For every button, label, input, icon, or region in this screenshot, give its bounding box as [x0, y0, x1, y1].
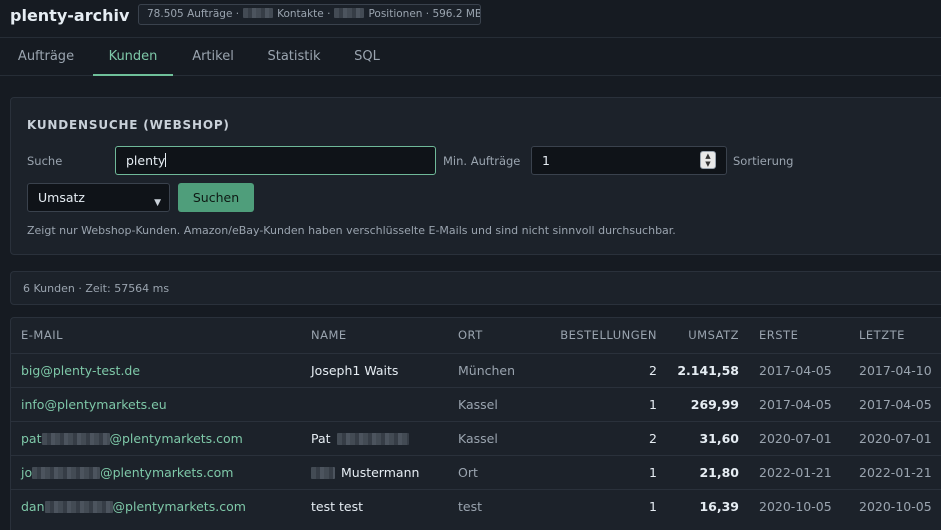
customer-city: Kassel: [458, 397, 498, 412]
redacted-block: [336, 433, 409, 445]
column-header-bestellungen[interactable]: BESTELLUNGEN: [541, 318, 657, 352]
redacted-block: [334, 8, 365, 18]
search-button[interactable]: Suchen: [178, 183, 254, 212]
table-row: pat @plentymarkets.com Pat Kassel 2 31,60…: [11, 421, 941, 455]
last-order-date: 2022-01-21: [859, 465, 932, 480]
customer-city: München: [458, 363, 516, 378]
name-text: Joseph1 Waits: [311, 363, 399, 378]
customer-name: Pat: [311, 422, 409, 456]
top-bar: plenty-archiv 78.505 Aufträge · Kontakte …: [0, 0, 941, 38]
revenue: 269,99: [690, 397, 739, 412]
redacted-block: [32, 467, 101, 479]
customer-city: test: [458, 499, 483, 514]
name-text: test test: [311, 499, 363, 514]
email-text: pat: [21, 431, 42, 446]
column-header-umsatz[interactable]: UMSATZ: [661, 318, 739, 352]
search-label: Suche: [27, 154, 63, 168]
redacted-block: [44, 501, 113, 513]
order-count: 2: [649, 431, 657, 446]
email-domain: @plentymarkets.com: [100, 465, 234, 480]
email-text: dan: [21, 499, 45, 514]
customer-city: Kassel: [458, 431, 498, 446]
column-header-ort[interactable]: ORT: [458, 318, 483, 352]
customer-name: test test: [311, 490, 363, 524]
email-domain: @plentymarkets.com: [112, 499, 246, 514]
table-row: jo @plentymarkets.com Mustermann Ort 1 21…: [11, 455, 941, 489]
email-link[interactable]: jo @plentymarkets.com: [21, 456, 234, 490]
min-orders-input[interactable]: 1 ▲ ▼: [531, 146, 727, 175]
stats-orders: 78.505 Aufträge ·: [147, 8, 240, 20]
stats-contacts: Kontakte ·: [277, 8, 331, 20]
tab-auftraege[interactable]: Aufträge: [10, 38, 82, 76]
email-link[interactable]: info@plentymarkets.eu: [21, 388, 167, 422]
text-caret: [165, 153, 167, 167]
revenue: 16,39: [699, 499, 739, 514]
tab-statistik[interactable]: Statistik: [259, 38, 329, 76]
redacted-block: [243, 8, 274, 18]
chevron-down-icon: ▼: [154, 198, 161, 208]
name-text: Pat: [311, 431, 331, 446]
result-status: 6 Kunden · Zeit: 57564 ms: [23, 282, 170, 295]
last-order-date: 2020-10-05: [859, 499, 932, 514]
order-count: 2: [649, 363, 657, 378]
customer-name: Mustermann: [311, 456, 419, 490]
search-input-value: plenty: [126, 153, 166, 168]
order-count: 1: [649, 465, 657, 480]
tab-sql[interactable]: SQL: [344, 38, 390, 76]
redacted-block: [41, 433, 110, 445]
column-header-erste[interactable]: ERSTE: [759, 318, 798, 352]
email-link[interactable]: dan @plentymarkets.com: [21, 490, 246, 524]
order-count: 1: [649, 499, 657, 514]
customer-name: Joseph1 Waits: [311, 354, 398, 388]
sort-select-value: Umsatz: [38, 190, 85, 205]
customer-city: Ort: [458, 465, 478, 480]
email-text: big@plenty-test.de: [21, 363, 141, 378]
stats-badge: 78.505 Aufträge · Kontakte · Positionen · …: [138, 4, 481, 25]
email-text: jo: [21, 465, 33, 480]
column-header-email[interactable]: E-MAIL: [21, 318, 63, 352]
customer-search-panel: KUNDENSUCHE (WEBSHOP) Suche plenty Min. …: [10, 97, 941, 255]
redacted-block: [311, 467, 335, 479]
sort-label: Sortierung: [733, 154, 794, 168]
last-order-date: 2017-04-05: [859, 397, 932, 412]
column-header-name[interactable]: NAME: [311, 318, 347, 352]
chevron-up-icon[interactable]: ▲: [701, 152, 715, 160]
first-order-date: 2017-04-05: [759, 397, 832, 412]
tab-kunden[interactable]: Kunden: [93, 38, 173, 76]
app-title: plenty-archiv: [10, 6, 130, 25]
search-hint: Zeigt nur Webshop-Kunden. Amazon/eBay-Ku…: [27, 224, 676, 237]
name-text: Mustermann: [341, 465, 420, 480]
last-order-date: 2020-07-01: [859, 431, 932, 446]
panel-heading: KUNDENSUCHE (WEBSHOP): [27, 118, 230, 132]
first-order-date: 2022-01-21: [759, 465, 832, 480]
result-status-panel: 6 Kunden · Zeit: 57564 ms: [10, 271, 941, 305]
email-link[interactable]: big@plenty-test.de: [21, 354, 140, 388]
table-row: dan @plentymarkets.com test test test 1 1…: [11, 489, 941, 523]
email-link[interactable]: pat @plentymarkets.com: [21, 422, 243, 456]
min-orders-value: 1: [542, 153, 550, 168]
search-input[interactable]: plenty: [115, 146, 436, 175]
chevron-down-icon[interactable]: ▼: [701, 160, 715, 168]
email-domain: @plentymarkets.com: [109, 431, 243, 446]
table-row: big@plenty-test.de Joseph1 Waits München…: [11, 353, 941, 387]
order-count: 1: [649, 397, 657, 412]
min-orders-label: Min. Aufträge: [443, 154, 521, 168]
number-stepper[interactable]: ▲ ▼: [700, 151, 716, 169]
customer-table: E-MAIL NAME ORT BESTELLUNGEN UMSATZ ERST…: [10, 317, 941, 530]
last-order-date: 2017-04-10: [859, 363, 932, 378]
main-nav: Aufträge Kunden Artikel Statistik SQL: [0, 38, 941, 76]
first-order-date: 2020-07-01: [759, 431, 832, 446]
revenue: 2.141,58: [677, 363, 739, 378]
revenue: 31,60: [699, 431, 739, 446]
first-order-date: 2020-10-05: [759, 499, 832, 514]
stats-positions: Positionen · 596.2 MB: [368, 8, 481, 20]
column-header-letzte[interactable]: LETZTE: [859, 318, 905, 352]
first-order-date: 2017-04-05: [759, 363, 832, 378]
table-row: info@plentymarkets.eu Kassel 1 269,99 20…: [11, 387, 941, 421]
email-text: info@plentymarkets.eu: [21, 397, 167, 412]
tab-artikel[interactable]: Artikel: [182, 38, 244, 76]
revenue: 21,80: [699, 465, 739, 480]
sort-select[interactable]: Umsatz ▼: [27, 183, 170, 212]
